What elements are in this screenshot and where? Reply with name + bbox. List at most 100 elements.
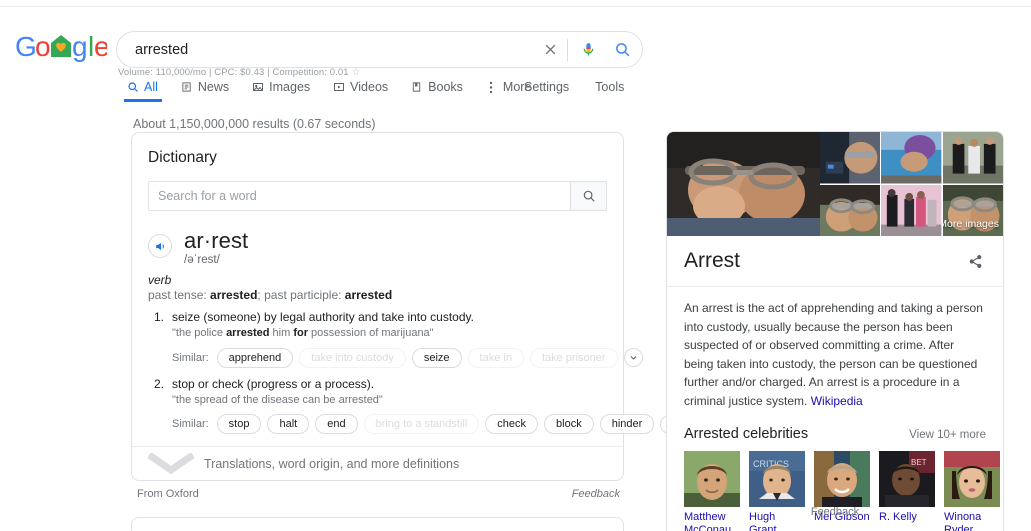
- tools-link[interactable]: Tools: [595, 80, 624, 94]
- dictionary-search-input[interactable]: [149, 182, 570, 210]
- definition-example: "the police arrested him for possession …: [172, 326, 643, 341]
- synonym-chip[interactable]: take into custody: [299, 347, 406, 368]
- dictionary-search-button[interactable]: [570, 182, 606, 210]
- svg-text:o: o: [35, 31, 51, 62]
- similar-row: Similar: stop halt end bring to a stands…: [172, 414, 680, 435]
- google-logo[interactable]: G o g l e: [15, 30, 107, 64]
- search-icon: [126, 81, 139, 94]
- synonym-chip[interactable]: apprehend: [216, 347, 294, 368]
- forms-past-participle: arrested: [344, 288, 393, 303]
- dictionary-search[interactable]: [148, 181, 607, 211]
- chevron-down-icon[interactable]: [623, 348, 643, 368]
- thumbnail-arrest-2[interactable]: [881, 132, 942, 184]
- knowledge-panel-images: More images: [667, 132, 1003, 236]
- more-images-overlay[interactable]: More images: [943, 185, 1003, 237]
- definition-item: 2. stop or check (progress or a process)…: [148, 376, 680, 435]
- celebrity-photo: BET: [879, 450, 935, 507]
- seo-metrics-bar: Volume: 110,000/mo | CPC: $0.43 | Compet…: [118, 67, 361, 78]
- example-suffix: possession of marijuana": [308, 327, 434, 340]
- thumbnail-arrest-4[interactable]: [820, 184, 881, 236]
- definitions-list: 1. seize (someone) by legal authority an…: [132, 302, 680, 435]
- close-icon[interactable]: [535, 32, 565, 68]
- celebrities-section-header: Arrested celebrities View 10+ more: [667, 424, 1003, 442]
- thumbnail-arrest-6-more-images[interactable]: More images: [942, 184, 1003, 237]
- knowledge-panel-feedback-link[interactable]: Feedback: [666, 506, 1004, 518]
- forms-prefix: past tense:: [148, 288, 211, 303]
- dictionary-source: From Oxford: [137, 488, 199, 501]
- definition-text: stop or check (progress or a process).: [172, 376, 375, 391]
- hero-image-handcuffs[interactable]: [667, 132, 820, 236]
- thumbnail-arrest-1[interactable]: [820, 132, 881, 184]
- word-forms: past tense: arrested; past participle: a…: [132, 287, 623, 302]
- speaker-icon[interactable]: [148, 234, 172, 258]
- people-also-ask-card: People also ask: [131, 517, 624, 531]
- example-mid: him: [269, 327, 294, 340]
- main-results-column: Dictionary ar·rest /: [131, 132, 680, 531]
- view-more-link[interactable]: View 10+ more: [909, 429, 986, 441]
- synonym-chip[interactable]: take in: [467, 347, 524, 368]
- seo-metrics-text: Volume: 110,000/mo | CPC: $0.43 | Compet…: [118, 67, 349, 78]
- definition-example: "the spread of the disease can be arrest…: [172, 394, 383, 407]
- microphone-icon[interactable]: [574, 32, 602, 68]
- search-divider: [567, 38, 568, 61]
- definition-text: seize (someone) by legal authority and t…: [172, 310, 474, 325]
- celebrity-photo: [814, 450, 870, 507]
- synonym-chip[interactable]: halt: [267, 414, 310, 435]
- page-header: G o g l e arrested Volume: 110,000/mo | …: [0, 14, 1031, 131]
- result-stats: About 1,150,000,000 results (0.67 second…: [133, 117, 376, 131]
- svg-text:G: G: [15, 31, 37, 62]
- celebrity-item[interactable]: Mel Gibson: [814, 450, 870, 531]
- part-of-speech: verb: [148, 273, 172, 288]
- tab-all[interactable]: All: [124, 80, 162, 102]
- thumbnail-arrest-5[interactable]: [881, 184, 942, 236]
- synonym-chip[interactable]: hinder: [599, 414, 655, 435]
- celebrity-item[interactable]: Winona Ryder: [944, 450, 1000, 531]
- knowledge-panel-description: An arrest is the act of apprehending and…: [667, 287, 1003, 424]
- news-icon: [180, 81, 193, 94]
- example-bold-arrested: arrested: [226, 327, 270, 340]
- more-definitions-label: Translations, word origin, and more defi…: [204, 456, 460, 471]
- tab-news-label: News: [197, 80, 230, 94]
- more-definitions-expander[interactable]: Translations, word origin, and more defi…: [132, 446, 623, 480]
- synonym-chip[interactable]: take prisoner: [529, 347, 618, 368]
- tab-videos[interactable]: Videos: [332, 80, 388, 102]
- more-images-label: More images: [942, 218, 999, 230]
- definition-body: stop or check (progress or a process). "…: [172, 376, 680, 435]
- forms-past-tense: arrested: [210, 288, 258, 303]
- headword: ar·rest: [184, 228, 249, 253]
- tab-news[interactable]: News: [180, 80, 229, 102]
- dictionary-feedback-link[interactable]: Feedback: [572, 488, 620, 500]
- settings-link[interactable]: Settings: [524, 80, 569, 94]
- search-input[interactable]: [117, 40, 535, 59]
- search-submit-icon[interactable]: [602, 32, 642, 68]
- celebrity-item[interactable]: BET R. Kelly: [879, 450, 935, 531]
- tab-all-label: All: [144, 80, 158, 94]
- svg-text:BET: BET: [911, 458, 927, 467]
- synonym-chip[interactable]: end: [315, 414, 358, 435]
- synonym-chip[interactable]: bring to a standstill: [363, 414, 480, 435]
- synonym-chip[interactable]: block: [544, 414, 594, 435]
- people-also-ask-title: People also ask: [132, 518, 623, 531]
- celebrity-item[interactable]: CRITICS Hugh Grant: [749, 450, 805, 531]
- tab-videos-label: Videos: [350, 80, 389, 94]
- synonym-chip[interactable]: check: [485, 414, 539, 435]
- celebrity-item[interactable]: Matthew McConau...: [684, 450, 740, 531]
- knowledge-panel-title: Arrest: [684, 249, 741, 272]
- synonym-chip[interactable]: stop: [216, 414, 262, 435]
- word-block: ar·rest /əˈrest/: [184, 228, 248, 266]
- search-bar[interactable]: [116, 31, 643, 68]
- google-search-results-page: G o g l e arrested Volume: 110,000/mo | …: [0, 0, 1031, 531]
- thumbnail-arrest-3[interactable]: [942, 132, 1003, 184]
- similar-label: Similar:: [172, 351, 209, 364]
- definition-body: seize (someone) by legal authority and t…: [172, 309, 643, 368]
- share-icon[interactable]: [964, 250, 986, 272]
- example-bold-for: for: [293, 327, 308, 340]
- celebrities-title: Arrested celebrities: [684, 425, 809, 442]
- celebrity-photo: [684, 450, 740, 507]
- tab-images[interactable]: Images: [251, 80, 310, 102]
- synonym-chip[interactable]: seize: [411, 347, 462, 368]
- wikipedia-link[interactable]: Wikipedia: [811, 394, 863, 408]
- star-icon[interactable]: ☆: [352, 67, 361, 78]
- tab-books[interactable]: Books: [410, 80, 463, 102]
- dictionary-source-row: From Oxford Feedback: [131, 481, 624, 500]
